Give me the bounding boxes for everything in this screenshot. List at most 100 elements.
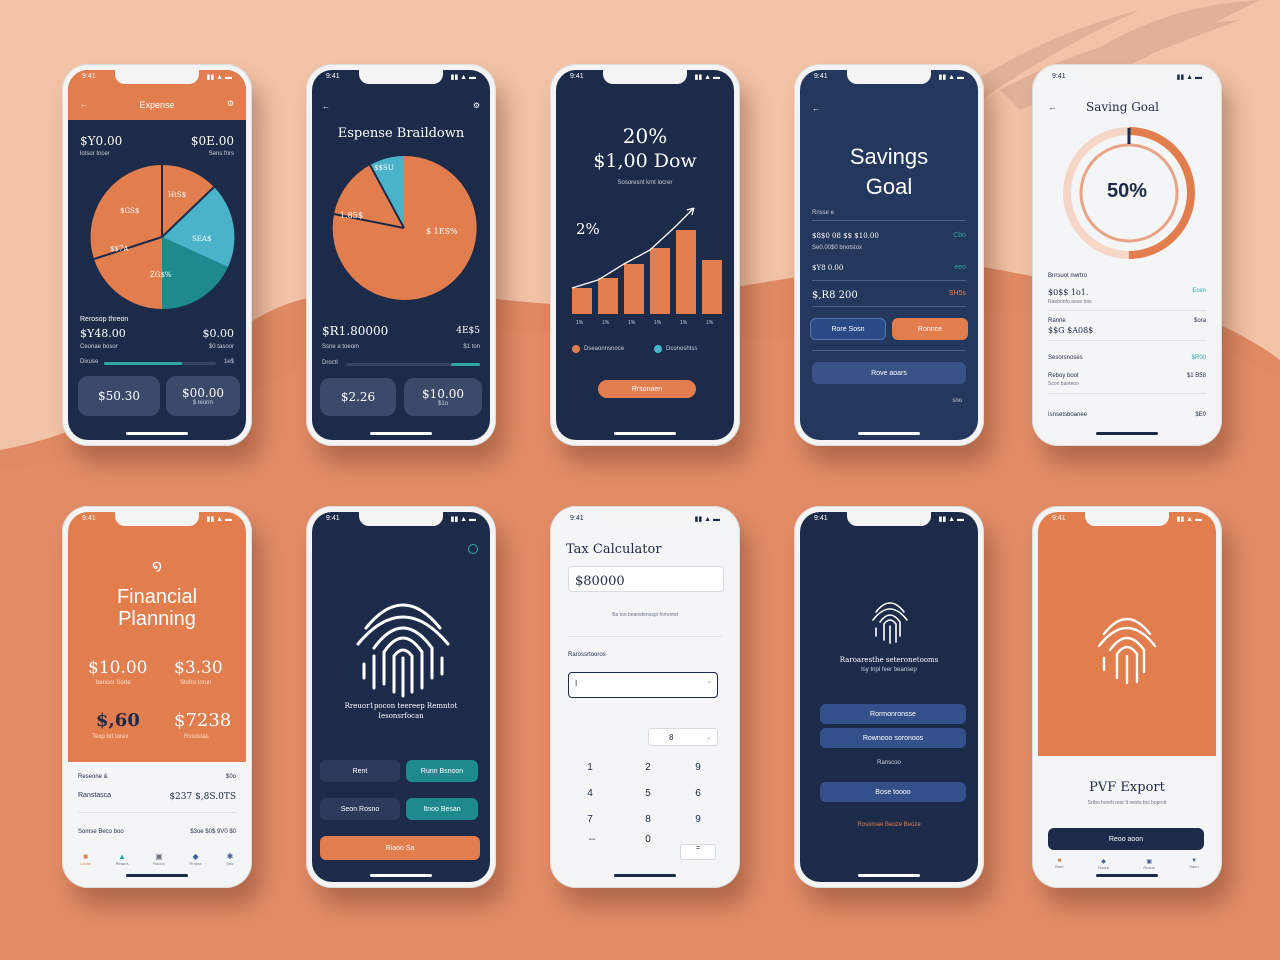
primary-button[interactable]: Rrsonaen — [598, 380, 696, 398]
keypad-key[interactable]: 5 — [638, 788, 658, 799]
back-icon[interactable]: ← — [1048, 102, 1057, 112]
phone-saving-goal-ring: 9:41 ▮▮ ▲ ▬ ← Saving Goal 50% Bnrsuot nwr… — [1032, 64, 1222, 446]
rate-select[interactable]: 8 ⌄ — [648, 728, 718, 746]
tab-reports[interactable]: ▲ Reaurs — [116, 852, 129, 866]
slice-label: SEA$ — [192, 235, 211, 243]
section-label: Rerosop threon — [80, 316, 129, 323]
divider — [812, 280, 966, 281]
progress-bar — [104, 362, 216, 365]
bar-tick-label: 1% — [654, 320, 662, 326]
phone-pdf-export: 9:41 ▮▮ ▲ ▬ PVF Export Srtbo honrb reor l… — [1032, 506, 1222, 888]
amount-value: $80000 — [575, 574, 625, 589]
prompt-text-sub: Iesonsrfocan — [378, 712, 424, 720]
row-value: $0o — [225, 774, 236, 780]
row-value: $3oe $0$ 9V0 $0 — [190, 829, 236, 835]
prompt-text: Rreuor1pocon teereep Remntot — [344, 702, 458, 710]
page-sub: Srtbo honrb reor lt nesto fos boproit — [1087, 800, 1167, 806]
alternate-link[interactable]: Rosoroae Beoze Beoze — [800, 822, 978, 828]
amount-field[interactable]: $80000 — [568, 566, 724, 592]
keypad-key[interactable]: 4 — [580, 788, 600, 799]
progress-label: Droctl — [322, 360, 338, 366]
total-amount-right: 4E$5 — [456, 326, 480, 336]
keypad-key[interactable]: 9 — [688, 814, 708, 825]
status-time: 9:41 — [570, 515, 584, 522]
tab-home[interactable]: ■ Lsone — [80, 852, 91, 866]
headline-percent: 20% — [622, 124, 668, 148]
phone-savings-goal: 9:41 ▮▮ ▲ ▬ ← Savings Goal Rnsse e $8$0 0… — [794, 64, 984, 446]
row-label: Se0.00$0 bnotstox — [812, 245, 863, 251]
primary-button[interactable]: Ronnce — [892, 318, 968, 340]
status-indicator-icon — [468, 544, 478, 554]
amount-card[interactable]: $10.00 $1o — [404, 378, 482, 416]
tab-settings[interactable]: ✱ Sror — [226, 852, 234, 866]
tab-settings[interactable]: ▼ Saen — [1189, 858, 1198, 870]
secondary-button[interactable]: Rent — [320, 760, 400, 782]
row-sub: Raebonfo anoe bos — [1048, 299, 1092, 305]
primary-button[interactable]: Riaoo Sa — [320, 836, 480, 860]
phone-fingerprint-login: 9:41 ▮▮ ▲ ▬ Rreuor1pocon teereep Remntot … — [306, 506, 496, 888]
page-title: Espense Braildown — [337, 126, 465, 141]
tab-home[interactable]: ■ Bure — [1055, 858, 1063, 870]
settings-icon[interactable]: ⚙ — [473, 101, 480, 110]
keypad-key[interactable]: 2 — [638, 762, 658, 773]
wide-button[interactable]: Rove aoars — [812, 362, 966, 384]
signal-icon: ▮▮ ▲ ▬ — [938, 74, 964, 81]
secondary-button[interactable]: Seon Rosno — [320, 798, 400, 820]
keypad-key[interactable]: 9 — [688, 762, 708, 773]
gear-icon: ✱ — [226, 852, 234, 861]
tab-label: Raoon — [153, 861, 165, 866]
fingerprint-icon — [1097, 617, 1157, 684]
income-input[interactable]: I ▿ — [568, 672, 718, 698]
tab-budget[interactable]: ▣ Raoon — [153, 852, 165, 866]
status-time: 9:41 — [82, 73, 96, 80]
teal-button[interactable]: Runn Bsnoon — [406, 760, 478, 782]
keypad-key[interactable]: 8 — [638, 814, 658, 825]
list-row: Reseone & $0o — [78, 774, 236, 780]
option-button[interactable]: Rownooo soronoos — [820, 728, 966, 748]
keypad-key[interactable]: 6 — [688, 788, 708, 799]
keypad-key[interactable]: 7 — [580, 814, 600, 825]
headline-sub: Sosoresnt kmt locrer — [617, 180, 673, 186]
back-icon[interactable]: ← — [322, 102, 330, 111]
list-row: $,R8 200 SH5s — [812, 290, 966, 301]
option-button[interactable]: Bose toooo — [820, 782, 966, 802]
signal-icon: ▮▮ ▲ ▬ — [1176, 74, 1202, 81]
list-row: $8$0 08 $$ $10.00 Cbo — [812, 232, 966, 240]
footer-value: sno — [952, 398, 962, 404]
keypad-key[interactable]: 1 — [580, 762, 600, 773]
status-time: 9:41 — [82, 515, 96, 522]
chart-bar — [572, 288, 592, 314]
keypad-key[interactable]: -- — [582, 834, 602, 845]
bar-tick-label: 1% — [576, 320, 584, 326]
row-sub: Scon banteon — [1048, 381, 1079, 387]
list-row: Reboy boot $1 B58 — [1048, 373, 1206, 379]
tab-reports[interactable]: ◆ Roore — [1098, 858, 1109, 870]
tab-documents[interactable]: ▣ Rosoe — [1143, 858, 1155, 870]
amount-card[interactable]: $50.30 — [78, 376, 160, 416]
settings-icon[interactable]: ⚙ — [227, 99, 234, 108]
equals-key[interactable]: = — [680, 844, 716, 860]
keypad-key[interactable]: 0 — [638, 834, 658, 845]
amount-card[interactable]: $00.00 $ teorm — [166, 376, 240, 416]
page-title: Saving Goal — [1086, 100, 1160, 114]
chart-bar — [650, 248, 670, 314]
signal-icon: ▮▮ ▲ ▬ — [450, 74, 476, 81]
dropdown-icon: ▿ — [707, 680, 711, 686]
secondary-button[interactable]: Rore Sosn — [810, 318, 886, 340]
list-row: $Y8 0.00 eeo — [812, 264, 966, 272]
amount-card[interactable]: $2.26 — [320, 378, 396, 416]
tab-label: Rosoe — [1143, 865, 1155, 870]
status-time: 9:41 — [570, 73, 584, 80]
back-icon[interactable]: ← — [812, 104, 820, 113]
teal-button[interactable]: Itnoo Besan — [406, 798, 478, 820]
input-value: I — [575, 679, 578, 688]
slice-label: $$SU — [374, 164, 394, 172]
export-button[interactable]: Reoo aoon — [1048, 828, 1204, 850]
chart-icon: ◆ — [1101, 859, 1106, 865]
tab-goals[interactable]: ◆ Rrrone — [189, 852, 201, 866]
option-button[interactable]: Rormonronsse — [820, 704, 966, 724]
divider — [812, 306, 966, 307]
status-time: 9:41 — [326, 515, 340, 522]
row-value: SH5s — [948, 290, 966, 297]
goal-percent: 50% — [1106, 180, 1148, 202]
